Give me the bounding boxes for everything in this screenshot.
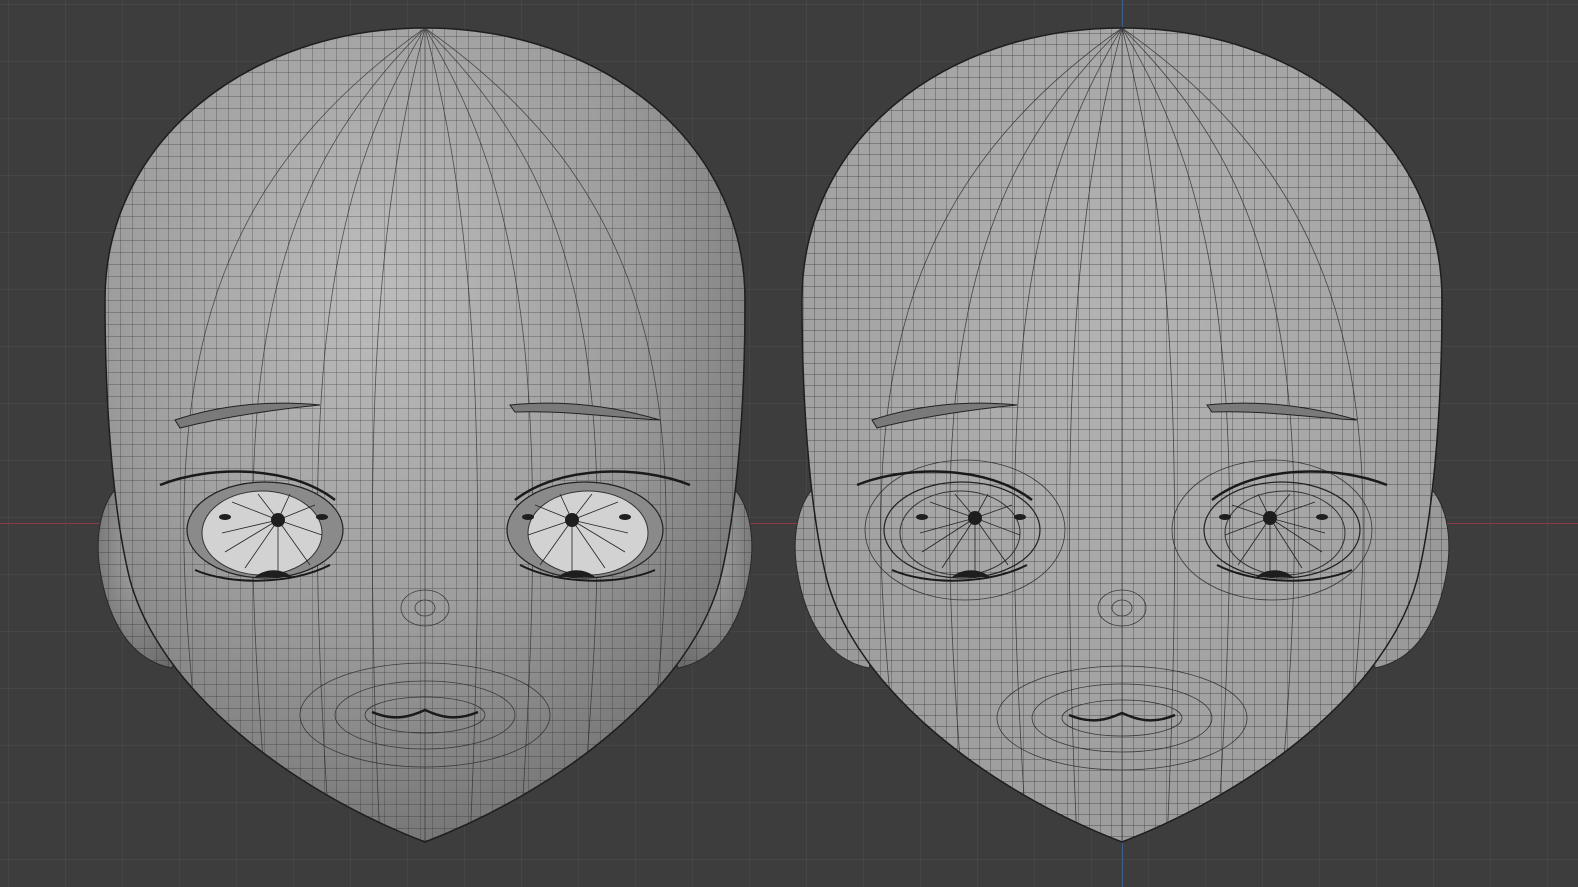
head-mesh-wireframe[interactable] <box>794 20 1455 850</box>
wireframe-overlay-shaded <box>105 28 745 842</box>
wireframe-overlay-flat <box>802 28 1442 842</box>
viewport-scene[interactable] <box>0 0 1578 887</box>
3d-viewport[interactable] <box>0 0 1578 887</box>
head-mesh-shaded[interactable] <box>97 20 760 850</box>
